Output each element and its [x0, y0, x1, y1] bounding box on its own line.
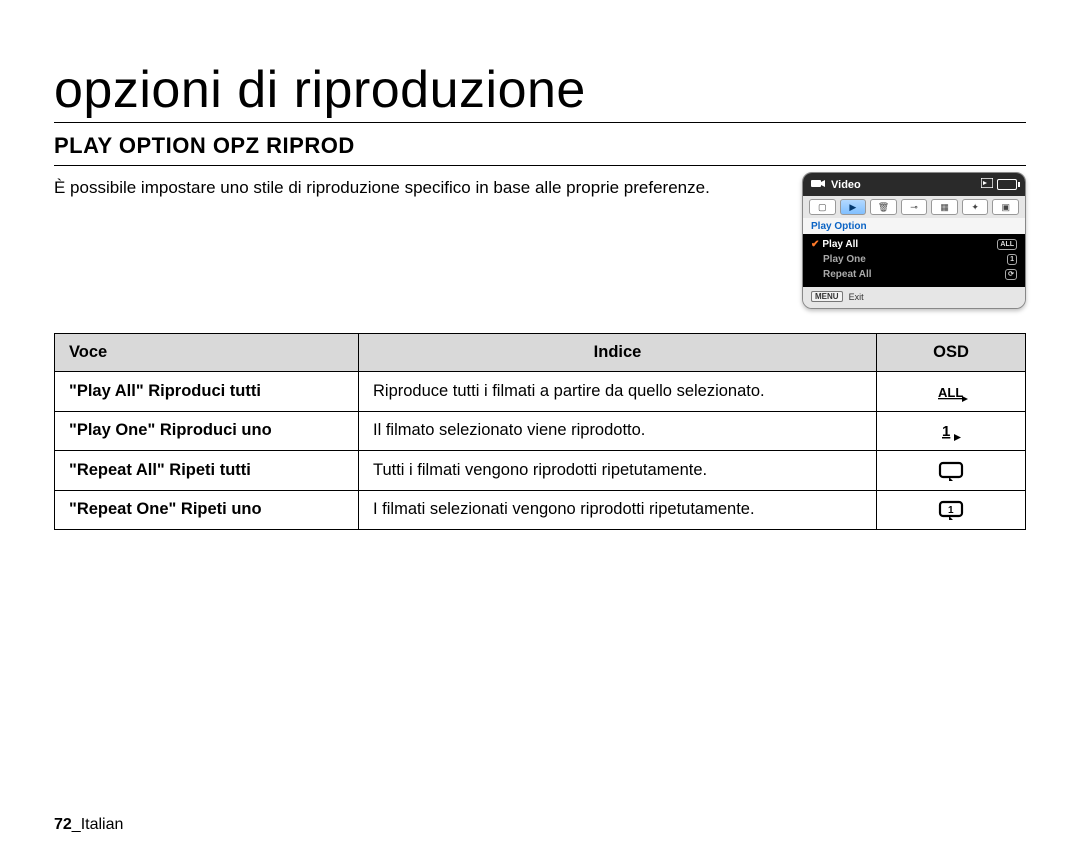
row-voce: "Play One" Riproduci uno [55, 411, 359, 451]
osd-tab: ▣ [992, 199, 1019, 215]
osd-option-label: Play One [811, 254, 866, 265]
table-header-voce: Voce [55, 334, 359, 372]
osd-options-list: ✔Play All ALL Play One 1 Repeat All ⟳ [803, 234, 1025, 287]
osd-option-label: Play All [822, 239, 858, 250]
row-voce: "Repeat One" Ripeti uno [55, 490, 359, 530]
row-indice: Tutti i filmati vengono riprodotti ripet… [359, 451, 877, 491]
page-footer: 72_Italian [54, 816, 123, 834]
table-row: "Repeat One" Ripeti uno I filmati selezi… [55, 490, 1026, 530]
row-voce: "Play All" Riproduci tutti [55, 372, 359, 412]
row-osd-icon: 1 [877, 490, 1026, 530]
osd-tab-bar: ▢ ▶ 🗑 ⊸ ▦ ✦ ▣ [803, 196, 1025, 218]
osd-footer-text: Exit [849, 292, 864, 302]
section-heading: PLAY OPTION OPZ RIPROD [54, 133, 1026, 166]
row-indice: Il filmato selezionato viene riprodotto. [359, 411, 877, 451]
svg-text:ALL: ALL [938, 385, 963, 400]
table-header-indice: Indice [359, 334, 877, 372]
table-row: "Play One" Riproduci uno Il filmato sele… [55, 411, 1026, 451]
repeat-all-icon [938, 461, 964, 481]
check-icon: ✔ [811, 239, 819, 250]
options-table: Voce Indice OSD "Play All" Riproduci tut… [54, 333, 1026, 530]
row-voce: "Repeat All" Ripeti tutti [55, 451, 359, 491]
osd-option: ✔Play All ALL [811, 237, 1017, 252]
osd-tab: ▢ [809, 199, 836, 215]
osd-tab: 🗑 [870, 199, 897, 215]
repeat-one-icon: 1 [938, 500, 964, 520]
battery-icon [997, 179, 1017, 190]
play-all-icon: ALL [934, 382, 968, 402]
intro-text: È possibile impostare uno stile di ripro… [54, 178, 710, 198]
osd-option-icon: 1 [1007, 254, 1017, 265]
page-title: opzioni di riproduzione [54, 60, 1026, 123]
osd-tab: ▦ [931, 199, 958, 215]
svg-text:1: 1 [948, 505, 954, 516]
card-icon [981, 178, 993, 191]
osd-footer: MENU Exit [803, 287, 1025, 308]
osd-option: Repeat All ⟳ [811, 267, 1017, 282]
osd-option-icon: ⟳ [1005, 269, 1017, 280]
osd-option-label: Repeat All [811, 269, 872, 280]
osd-option: Play One 1 [811, 252, 1017, 267]
camera-icon [811, 177, 825, 192]
row-indice: I filmati selezionati vengono riprodotti… [359, 490, 877, 530]
osd-tab: ⊸ [901, 199, 928, 215]
menu-key-badge: MENU [811, 291, 843, 302]
osd-tab: ✦ [962, 199, 989, 215]
osd-menu-title: Play Option [803, 218, 1025, 234]
svg-text:1: 1 [942, 423, 950, 440]
row-osd-icon: ALL [877, 372, 1026, 412]
osd-preview-screenshot: Video ▢ ▶ 🗑 ⊸ ▦ ✦ ▣ Play Option [802, 172, 1026, 309]
page-lang: Italian [81, 816, 124, 833]
osd-header-label: Video [831, 179, 861, 191]
table-header-osd: OSD [877, 334, 1026, 372]
osd-option-icon: ALL [997, 239, 1017, 250]
row-osd-icon [877, 451, 1026, 491]
table-row: "Repeat All" Ripeti tutti Tutti i filmat… [55, 451, 1026, 491]
play-one-icon: 1 [936, 421, 966, 441]
table-row: "Play All" Riproduci tutti Riproduce tut… [55, 372, 1026, 412]
osd-tab: ▶ [840, 199, 867, 215]
page-number: 72 [54, 816, 72, 833]
row-osd-icon: 1 [877, 411, 1026, 451]
row-indice: Riproduce tutti i filmati a partire da q… [359, 372, 877, 412]
